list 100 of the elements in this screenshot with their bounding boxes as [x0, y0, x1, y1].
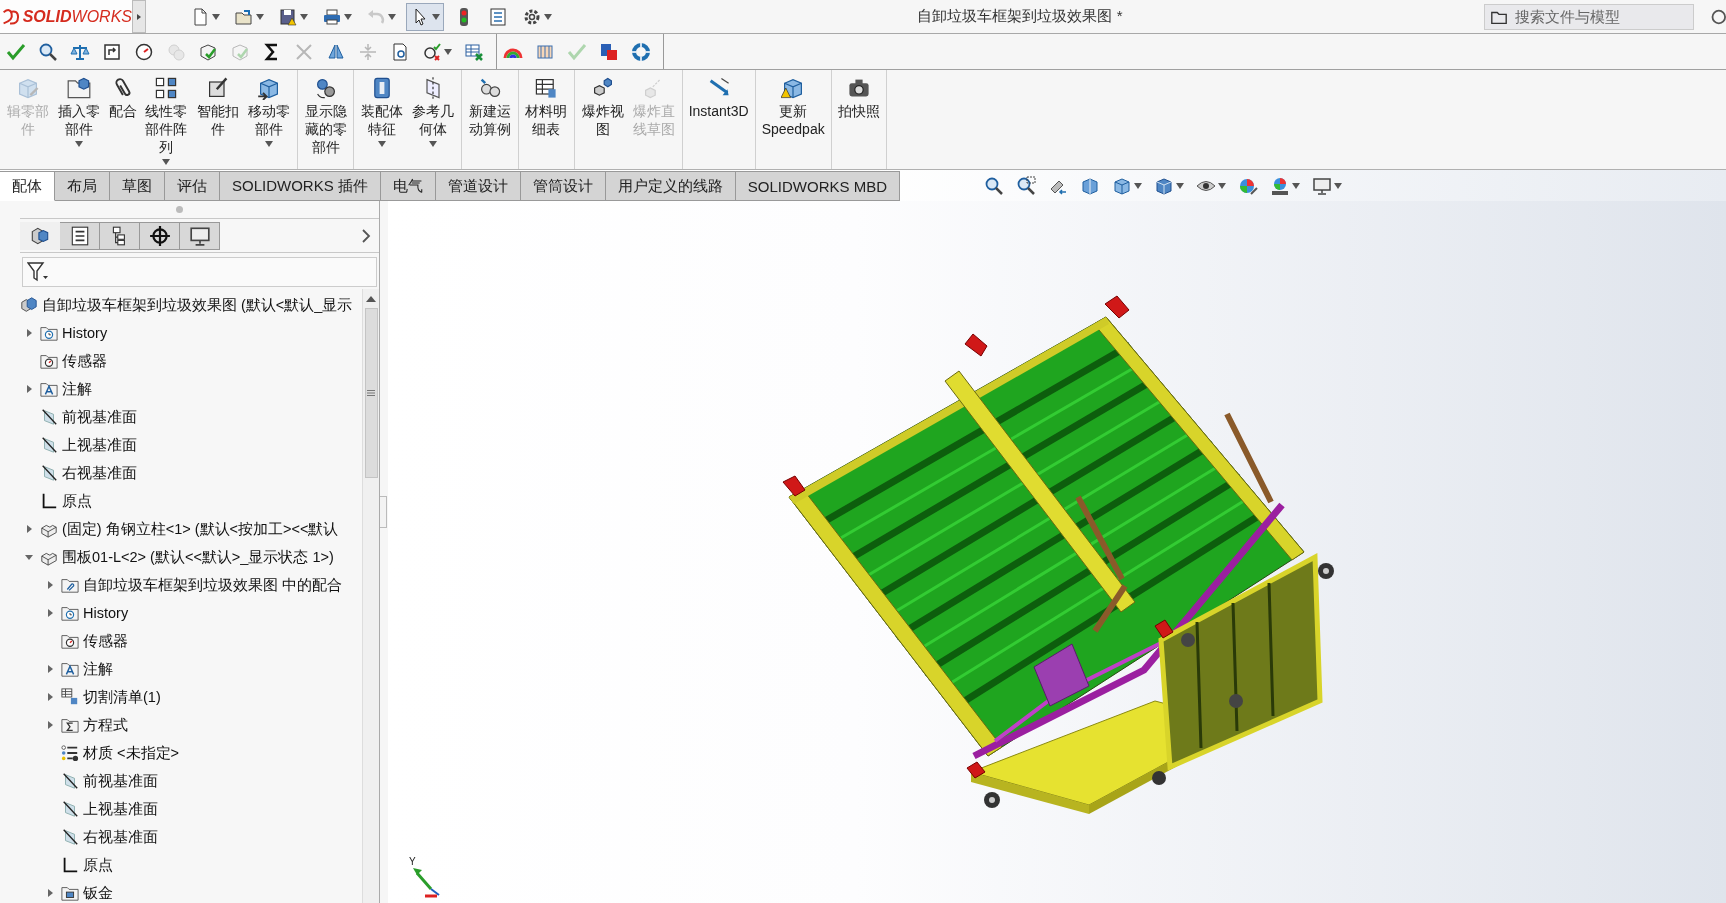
ribbon-button[interactable]: 参考几何体	[407, 70, 460, 169]
caret-down-icon[interactable]	[300, 13, 308, 20]
ribbon-button[interactable]: 智能扣件	[192, 70, 244, 169]
plane-icon	[61, 828, 80, 846]
caret-right-icon[interactable]	[46, 665, 54, 673]
caret-down-icon[interactable]	[429, 141, 438, 147]
caret-down-icon[interactable]	[1176, 182, 1185, 189]
ribbon-button[interactable]: 插入零部件	[53, 70, 105, 169]
panel-tab[interactable]	[60, 221, 100, 250]
panel-tab[interactable]	[180, 221, 220, 250]
scrollbar-thumb[interactable]	[364, 308, 378, 478]
tree-item[interactable]: 材质 <未指定>	[0, 739, 179, 767]
ribbon-button[interactable]: 线性零部件阵列	[140, 70, 193, 169]
caret-right-icon[interactable]	[25, 385, 33, 393]
caret-right-icon[interactable]	[46, 609, 54, 617]
ribbon-tab[interactable]: 布局	[55, 171, 110, 201]
ribbon-button[interactable]: Instant3D	[684, 70, 753, 169]
tree-item[interactable]: History	[0, 319, 108, 347]
ribbon-tab[interactable]: SOLIDWORKS 插件	[220, 171, 381, 201]
caret-down-icon[interactable]	[1218, 182, 1227, 189]
scroll-up-icon[interactable]	[366, 295, 376, 302]
caret-down-icon[interactable]	[344, 13, 352, 20]
tree-item[interactable]: 围板01-L<2> (默认<<默认>_显示状态 1>)	[0, 543, 334, 571]
ribbon-tab[interactable]: 管筒设计	[520, 171, 606, 201]
scrollbar[interactable]	[362, 289, 379, 903]
tree-item[interactable]: 上视基准面	[0, 795, 159, 823]
caret-down-icon[interactable]	[162, 159, 171, 165]
caret-right-icon[interactable]	[46, 581, 54, 589]
caret-right-icon[interactable]	[25, 329, 33, 337]
monitor-icon	[188, 224, 211, 247]
tree-item[interactable]: 前视基准面	[0, 403, 138, 431]
caret-down-icon[interactable]	[1292, 182, 1301, 189]
tree-item[interactable]: 注解	[0, 375, 93, 403]
funnel-icon[interactable]	[27, 262, 49, 282]
annotation-folder-icon	[61, 660, 80, 678]
caret-right-icon[interactable]	[25, 525, 33, 533]
ring-icon	[631, 41, 651, 62]
chevron-right-icon[interactable]	[361, 228, 371, 243]
ribbon-button[interactable]: 材料明细表	[520, 70, 572, 169]
ribbon-button[interactable]: 移动零部件	[243, 70, 295, 169]
search-field[interactable]: 搜索文件与模型	[1484, 3, 1694, 30]
caret-right-icon[interactable]	[46, 889, 54, 897]
table-icon	[534, 76, 559, 100]
tree-item[interactable]: 传感器	[0, 347, 108, 375]
logo-icon	[2, 6, 20, 27]
caret-down-icon[interactable]	[1334, 182, 1343, 189]
axis-label: Y	[409, 856, 416, 867]
grip-dot[interactable]	[176, 206, 183, 213]
ribbon-tab[interactable]: 草图	[110, 171, 165, 201]
ribbon-tab[interactable]: 用户定义的线路	[605, 171, 736, 201]
checkmark-icon	[6, 41, 26, 62]
axis-triad-icon	[413, 868, 440, 898]
tree-item[interactable]: 方程式	[0, 711, 129, 739]
caret-right-icon[interactable]	[46, 693, 54, 701]
ribbon-button[interactable]: 装配体特征	[356, 70, 408, 169]
zoom-area-icon	[1016, 175, 1037, 196]
panel-tab[interactable]	[20, 221, 60, 250]
panel-tab[interactable]	[100, 221, 140, 250]
caret-down-icon[interactable]	[256, 13, 264, 20]
ribbon-button[interactable]: 显示隐藏的零部件	[299, 70, 352, 169]
tree-item[interactable]: 钣金	[0, 879, 114, 903]
app-logo-text: SOLIDWORKS	[22, 7, 132, 26]
tree-item[interactable]: 前视基准面	[0, 767, 159, 795]
tree-item[interactable]: 注解	[0, 655, 114, 683]
tree-item[interactable]: 传感器	[0, 627, 129, 655]
ribbon-tab[interactable]: SOLIDWORKS MBD	[735, 171, 901, 201]
tree-item[interactable]: 上视基准面	[0, 431, 138, 459]
caret-down-icon[interactable]	[1134, 182, 1143, 189]
ribbon-tab[interactable]: 管道设计	[435, 171, 521, 201]
panel-tab[interactable]	[140, 221, 180, 250]
ribbon-button[interactable]: 配合	[104, 70, 141, 169]
caret-down-icon[interactable]	[75, 141, 84, 147]
toolbar-button[interactable]	[406, 2, 444, 31]
tree-item[interactable]: 自卸垃圾车框架到垃圾效果图 中的配合	[0, 571, 343, 599]
caret-down-icon[interactable]	[265, 141, 274, 147]
tree-item[interactable]: 自卸垃圾车框架到垃圾效果图 (默认<默认_显示	[0, 291, 353, 319]
caret-down-icon[interactable]	[212, 13, 220, 20]
caret-right-icon[interactable]	[46, 721, 54, 729]
tree-item[interactable]: (固定) 角钢立柱<1> (默认<按加工><<默认	[0, 515, 339, 543]
ribbon-button[interactable]: 爆炸视图	[576, 70, 629, 169]
ribbon-button[interactable]: 更新Speedpak	[757, 70, 829, 169]
caret-down-icon[interactable]	[544, 13, 552, 20]
caret-down-icon[interactable]	[25, 553, 33, 561]
tree-item[interactable]: 右视基准面	[0, 459, 138, 487]
caret-down-icon[interactable]	[444, 48, 452, 55]
filter-field[interactable]	[22, 257, 377, 287]
ribbon-button[interactable]: 新建运动算例	[464, 70, 516, 169]
ribbon-tab[interactable]: 配体	[0, 171, 55, 201]
tree-item[interactable]: 切割清单(1)	[0, 683, 161, 711]
tree-item[interactable]: 原点	[0, 851, 114, 879]
expand-button[interactable]	[132, 0, 146, 33]
ribbon-button[interactable]: 拍快照	[833, 70, 884, 169]
ribbon-tab[interactable]: 电气	[380, 171, 436, 201]
tree-item[interactable]: History	[0, 599, 129, 627]
caret-down-icon[interactable]	[432, 13, 440, 20]
panel-collapse-handle[interactable]	[380, 496, 387, 528]
caret-down-icon[interactable]	[378, 141, 387, 147]
tree-item[interactable]: 右视基准面	[0, 823, 159, 851]
tree-item[interactable]: 原点	[0, 487, 93, 515]
ribbon-tab[interactable]: 评估	[165, 171, 220, 201]
